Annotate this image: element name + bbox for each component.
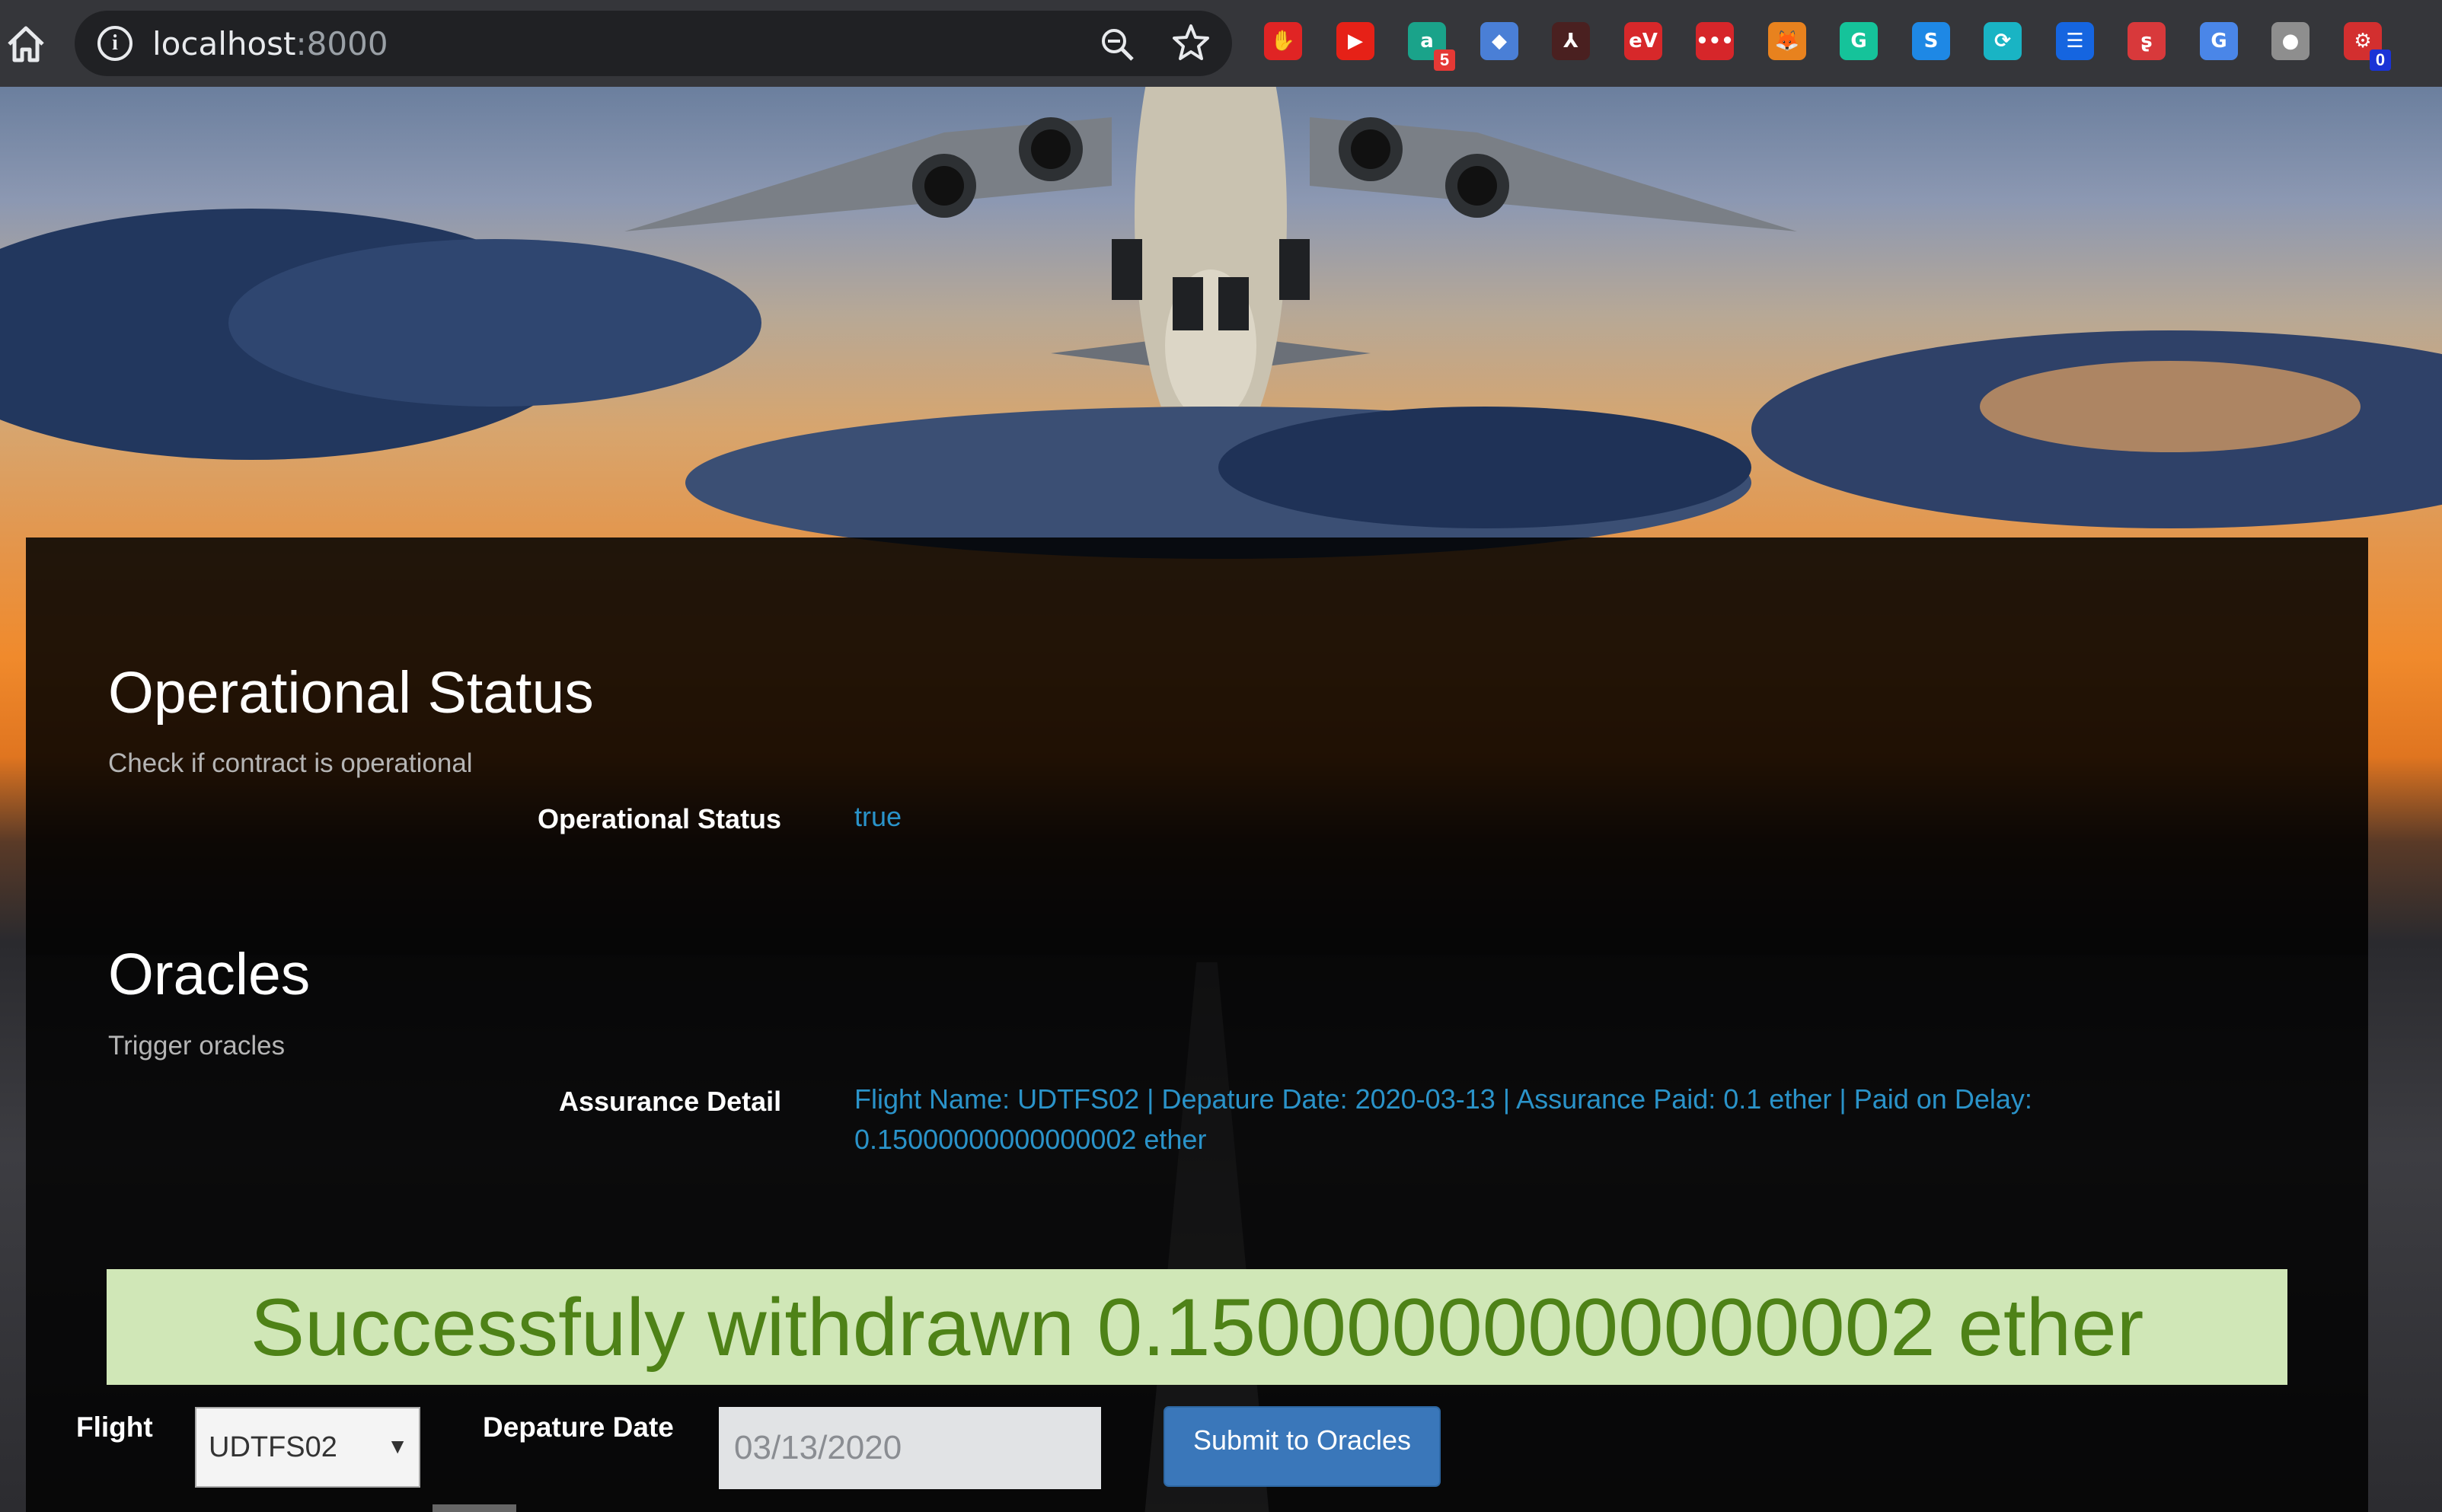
pdf-icon[interactable]: ⅄ — [1552, 22, 1590, 60]
operational-status-title: Operational Status — [108, 660, 594, 726]
address-bar[interactable]: i localhost:8000 — [75, 11, 1232, 76]
site-info-icon[interactable]: i — [97, 26, 132, 61]
oracles-title: Oracles — [108, 942, 311, 1007]
metamask-fox-icon[interactable]: 🦊 — [1768, 22, 1806, 60]
e-circle-icon[interactable]: ☰ — [2056, 22, 2094, 60]
youtube-icon[interactable]: ▶ — [1336, 22, 1374, 60]
departure-date-input[interactable] — [719, 1407, 1101, 1489]
flight-label: Flight — [76, 1412, 153, 1443]
bookmark-star-icon[interactable] — [1171, 23, 1211, 62]
assurance-detail-value: Flight Name: UDTFS02 | Depature Date: 20… — [854, 1079, 2032, 1160]
assurance-detail-label: Assurance Detail — [559, 1086, 782, 1117]
ublock-hand-icon[interactable]: ✋ — [1264, 22, 1302, 60]
red-gear-badge: 0 — [2370, 49, 2391, 71]
flight-select-value: UDTFS02 — [209, 1431, 337, 1463]
graduation-cap-icon[interactable]: ◆ — [1480, 22, 1518, 60]
page-background: Operational Status Check if contract is … — [0, 87, 2442, 1512]
browser-toolbar: i localhost:8000 ✋ ▶ a 5 ◆ ⅄ eV ••• 🦊 G S ⟳ ☰ ʂ G ● ⚙ 0 — [0, 0, 2442, 87]
grammarly-icon[interactable]: G — [1840, 22, 1878, 60]
ev-icon[interactable]: eV — [1624, 22, 1662, 60]
operational-status-panel: Operational Status Check if contract is … — [26, 537, 2368, 955]
grey-circle-icon[interactable]: ● — [2271, 22, 2310, 60]
operational-status-label: Operational Status — [538, 803, 782, 834]
operational-status-subtitle: Check if contract is operational — [108, 748, 473, 778]
assurance-detail-line-1: Flight Name: UDTFS02 | Depature Date: 20… — [854, 1083, 2032, 1115]
url-text[interactable]: localhost:8000 — [152, 25, 388, 62]
s-square-icon[interactable]: S — [1912, 22, 1950, 60]
dropdown-arrow-icon: ▼ — [387, 1434, 408, 1458]
zoom-out-icon[interactable] — [1099, 26, 1135, 62]
success-alert: Successfuly withdrawn 0.1500000000000000… — [107, 1269, 2287, 1385]
red-gear-icon[interactable]: ⚙ 0 — [2344, 22, 2391, 71]
home-icon[interactable] — [5, 23, 47, 65]
departure-date-label: Depature Date — [483, 1412, 674, 1443]
sync-icon[interactable]: ⟳ — [1984, 22, 2022, 60]
operational-status-value: true — [854, 801, 902, 832]
flight-select[interactable]: UDTFS02 ▼ — [195, 1407, 420, 1488]
translate-icon[interactable]: G — [2200, 22, 2238, 60]
airplane-image — [624, 87, 1797, 407]
submit-to-oracles-button[interactable]: Submit to Oracles — [1164, 1406, 1441, 1487]
oracles-panel: Oracles Trigger oracles Assurance Detail… — [26, 942, 2368, 1512]
grammar-a-icon[interactable]: a5 — [1408, 22, 1455, 71]
horizontal-scrollbar-thumb[interactable] — [433, 1504, 516, 1512]
dots-icon[interactable]: ••• — [1696, 22, 1734, 60]
oracles-subtitle: Trigger oracles — [108, 1031, 286, 1061]
red-s-icon[interactable]: ʂ — [2128, 22, 2166, 60]
grammar-a-badge: 5 — [1434, 49, 1455, 71]
assurance-detail-line-2: 0.15000000000000002 ether — [854, 1124, 1207, 1155]
